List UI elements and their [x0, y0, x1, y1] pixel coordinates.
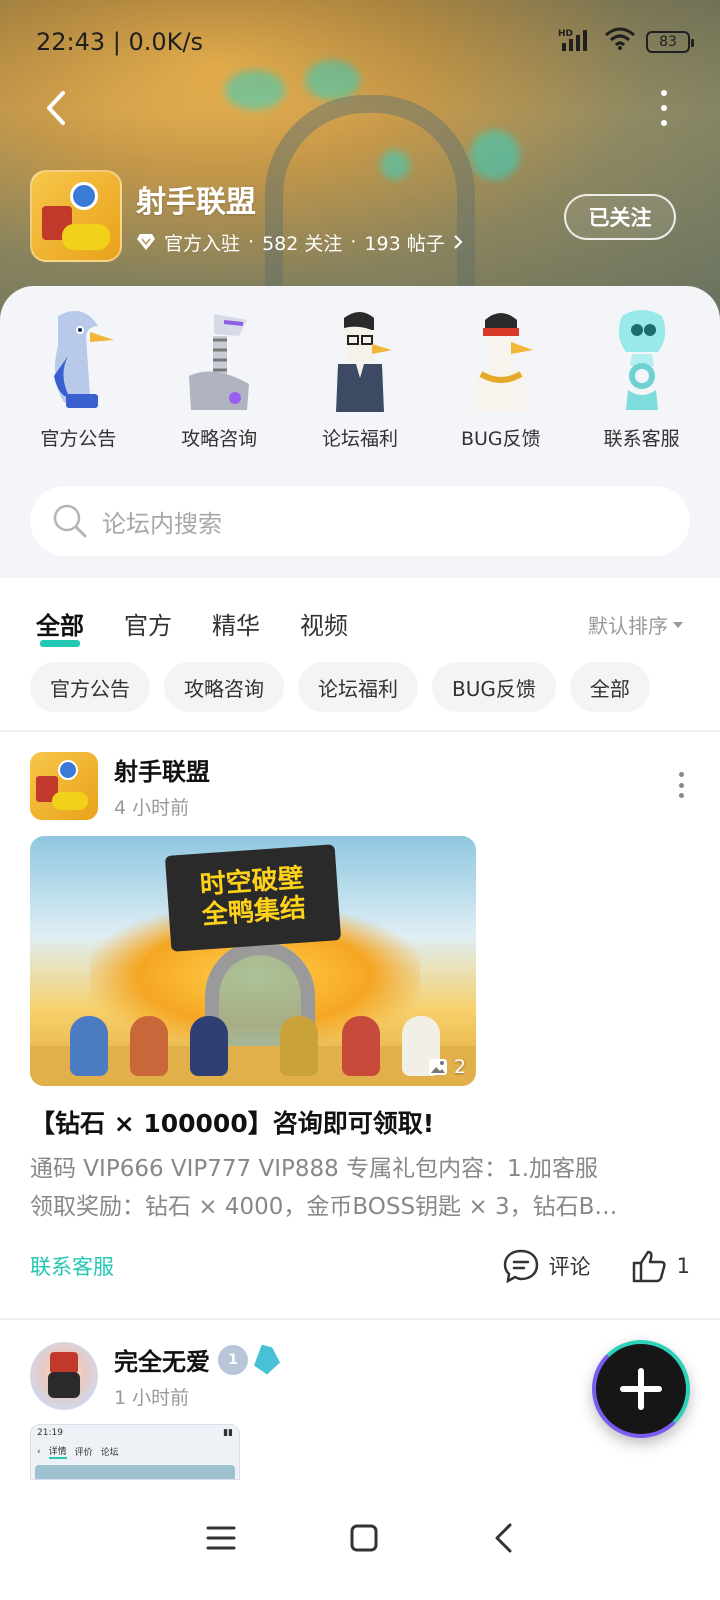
author-name[interactable]: 射手联盟: [114, 752, 210, 787]
post-image-thumbnail[interactable]: 21:19 ▮▮ ‹ 详情 评价 论坛: [30, 1424, 240, 1480]
more-options-button[interactable]: [654, 90, 674, 126]
chevron-left-icon: [47, 91, 65, 125]
tab-featured[interactable]: 精华: [212, 606, 260, 641]
category-label: 联系客服: [603, 428, 680, 450]
level-badge: 1: [218, 1344, 248, 1375]
search-icon: [53, 504, 87, 538]
post-card[interactable]: 射手联盟 4 小时前 时空破壁 全鸭集结 2 【钻石 × 100000】咨询即可…: [30, 752, 690, 1288]
post-excerpt-line-1: 通码 VIP666 VIP777 VIP888 专属礼包内容：1.加客服: [30, 1156, 599, 1182]
forum-avatar: [30, 170, 122, 262]
signal-icon: HD: [558, 27, 594, 57]
back-button[interactable]: [36, 88, 76, 128]
svg-text:HD: HD: [558, 29, 573, 39]
followers-count: 582 关注: [262, 232, 343, 255]
post-tag[interactable]: 联系客服: [30, 1251, 114, 1281]
sort-label: 默认排序: [588, 614, 668, 638]
menu-icon: [206, 1526, 236, 1550]
rank-badge-icon: [254, 1344, 280, 1375]
chip-official-announcement[interactable]: 官方公告: [30, 662, 150, 712]
post-excerpt-line-2: 领取奖励：钻石 × 4000，金币BOSS钥匙 × 3，钻石B…: [30, 1194, 618, 1220]
post-more-button[interactable]: [676, 772, 686, 798]
post-tabs: 全部 官方 精华 视频 默认排序: [36, 598, 684, 648]
caret-down-icon: [673, 621, 683, 628]
author-name[interactable]: 完全无爱: [114, 1342, 210, 1377]
like-button[interactable]: 1: [631, 1249, 690, 1283]
category-label: 论坛福利: [321, 428, 398, 450]
image-count: 2: [428, 1056, 466, 1078]
goose-glasses-icon: [305, 306, 415, 416]
tab-video[interactable]: 视频: [300, 606, 348, 641]
forum-header: 射手联盟 官方入驻 · 582 关注 · 193 帖子: [30, 170, 463, 262]
goose-headband-icon: [446, 306, 556, 416]
system-back-button[interactable]: [492, 1522, 514, 1558]
divider: [0, 730, 720, 732]
forum-title: 射手联盟: [136, 184, 256, 220]
search-placeholder: 论坛内搜索: [102, 509, 222, 538]
search-input[interactable]: 论坛内搜索: [30, 486, 690, 556]
official-badge: 官方入驻: [164, 232, 241, 255]
category-label: 官方公告: [40, 428, 117, 450]
category-chips: 官方公告 攻略咨询 论坛福利 BUG反馈 全部: [30, 662, 650, 712]
post-time: 4 小时前: [114, 797, 190, 819]
avatar[interactable]: [30, 752, 98, 820]
create-post-button[interactable]: [592, 1340, 690, 1438]
post-image[interactable]: 时空破壁 全鸭集结 2: [30, 836, 476, 1086]
pigeon-icon: [23, 306, 133, 416]
robot-icon: [164, 306, 274, 416]
comment-button[interactable]: 评论: [503, 1249, 591, 1283]
thumbs-up-icon: [632, 1250, 666, 1283]
ghost-duck-icon: [587, 306, 697, 416]
chip-all[interactable]: 全部: [569, 662, 650, 712]
post-time: 1 小时前: [114, 1387, 190, 1409]
tab-all[interactable]: 全部: [36, 606, 84, 647]
chip-strategy[interactable]: 攻略咨询: [164, 662, 284, 712]
image-title-art: 时空破壁 全鸭集结: [164, 844, 342, 952]
follow-button[interactable]: 已关注: [564, 194, 676, 240]
diamond-icon: [137, 234, 155, 250]
wifi-icon: [604, 27, 636, 57]
like-count: 1: [676, 1254, 690, 1278]
category-customer-service[interactable]: 联系客服: [577, 306, 707, 451]
tab-official[interactable]: 官方: [124, 606, 172, 641]
avatar[interactable]: [30, 1342, 98, 1410]
category-label: BUG反馈: [460, 428, 541, 450]
status-bar: 22:43 | 0.0K/s HD 83: [36, 26, 694, 58]
post-title[interactable]: 【钻石 × 100000】咨询即可领取!: [30, 1104, 690, 1140]
system-navigation-bar: [0, 1480, 720, 1600]
plus-icon: [620, 1368, 662, 1410]
home-button[interactable]: [349, 1523, 379, 1557]
posts-count: 193 帖子: [364, 232, 445, 255]
sort-dropdown[interactable]: 默认排序: [588, 610, 684, 639]
category-label: 攻略咨询: [181, 428, 258, 450]
category-bug-report[interactable]: BUG反馈: [436, 306, 566, 451]
chip-bug-report[interactable]: BUG反馈: [432, 662, 556, 712]
category-strategy[interactable]: 攻略咨询: [154, 306, 284, 451]
divider: [0, 1318, 720, 1320]
forum-meta[interactable]: 官方入驻 · 582 关注 · 193 帖子: [136, 229, 463, 256]
category-welfare[interactable]: 论坛福利: [295, 306, 425, 451]
comment-label: 评论: [548, 1255, 591, 1279]
comment-icon: [503, 1249, 538, 1283]
image-icon: [428, 1059, 447, 1075]
category-panel: 官方公告 攻略咨询 论坛福利 BUG反馈 联系客服 论坛内搜索: [0, 286, 720, 578]
category-official-announcement[interactable]: 官方公告: [13, 306, 143, 451]
chevron-left-icon: [495, 1523, 512, 1553]
chevron-right-icon: [453, 235, 463, 249]
home-square-icon: [350, 1524, 378, 1552]
post-card[interactable]: 完全无爱 1 1 小时前: [30, 1342, 690, 1410]
status-time: 22:43 | 0.0K/s: [36, 28, 204, 56]
battery-icon: 83: [646, 31, 694, 53]
recent-apps-button[interactable]: [206, 1524, 236, 1556]
chip-welfare[interactable]: 论坛福利: [298, 662, 418, 712]
